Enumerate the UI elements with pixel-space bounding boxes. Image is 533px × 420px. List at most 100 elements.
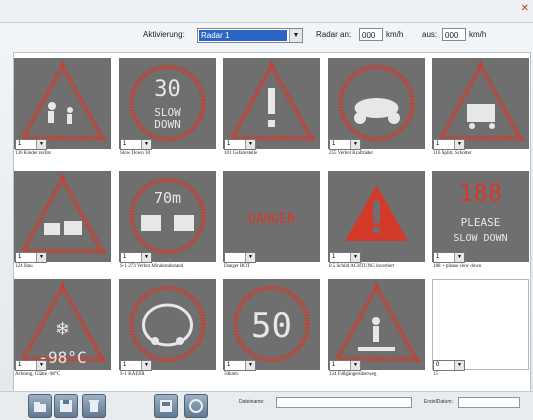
sign-tile[interactable]: 1 ▼ 134 Fußgängerüberweg bbox=[328, 279, 425, 379]
sign-tile[interactable]: 1 ▼ 116 Splitt, Schotter bbox=[432, 58, 529, 158]
sign-tile[interactable]: 1 ▼ 101 Gefahrstelle bbox=[223, 58, 320, 158]
sign-counter-spinner[interactable]: 1 ▼ bbox=[224, 360, 256, 371]
children-crossing-sign-icon[interactable] bbox=[14, 58, 111, 149]
minimum-distance-sign-icon[interactable]: 70m bbox=[119, 171, 216, 262]
sign-counter-spinner[interactable]: 1 ▼ bbox=[224, 139, 256, 150]
chevron-down-icon[interactable]: ▼ bbox=[454, 253, 464, 262]
pedestrian-crossing-sign-icon[interactable] bbox=[328, 279, 425, 370]
sign-counter-spinner[interactable]: 1 ▼ bbox=[15, 139, 47, 150]
svg-text:188: 188 bbox=[459, 179, 502, 207]
chevron-down-icon[interactable]: ▼ bbox=[289, 29, 302, 42]
sign-counter-spinner[interactable]: 1 ▼ bbox=[433, 139, 465, 150]
chevron-down-icon[interactable]: ▼ bbox=[350, 361, 360, 370]
trash-icon[interactable] bbox=[82, 394, 106, 418]
sign-counter-spinner[interactable]: 1 ▼ bbox=[433, 252, 465, 263]
danger-text-sign-icon[interactable]: DANGER bbox=[223, 171, 320, 262]
radar-off-speed-input[interactable]: 000 bbox=[442, 28, 466, 41]
sign-tile[interactable]: 0 ▼ 15 bbox=[432, 279, 529, 379]
speed-50-sign-icon[interactable]: 50 bbox=[223, 279, 320, 370]
chevron-down-icon[interactable]: ▼ bbox=[350, 140, 360, 149]
sign-tile[interactable]: 1 ▼ 124 Stau bbox=[14, 171, 111, 271]
sign-counter-spinner[interactable]: 1 ▼ bbox=[329, 139, 361, 150]
car-warning-sign-icon[interactable] bbox=[119, 279, 216, 370]
sign-counter-value: 1 bbox=[436, 141, 440, 147]
sign-preview bbox=[129, 285, 206, 363]
sign-preview bbox=[227, 60, 316, 141]
chevron-down-icon[interactable]: ▼ bbox=[141, 140, 151, 149]
sign-preview bbox=[18, 60, 107, 141]
svg-text:50: 50 bbox=[251, 306, 292, 346]
sign-counter-spinner[interactable]: 1 ▼ bbox=[329, 360, 361, 371]
danger-exclamation-sign-icon[interactable] bbox=[223, 58, 320, 149]
sign-counter-spinner[interactable]: 1 ▼ bbox=[15, 252, 47, 263]
sign-tile[interactable]: 1 ▼ 0.5 Schild ACHTUNG invertiert bbox=[328, 171, 425, 271]
sign-counter-value: 1 bbox=[18, 362, 22, 368]
activation-dropdown[interactable]: Radar 1 ▼ bbox=[197, 28, 303, 43]
sign-editor-window: ✕ Aktivierung: Radar 1 ▼ Radar an: 000 k… bbox=[0, 0, 533, 420]
sign-caption: 15 bbox=[433, 372, 438, 377]
radar-on-speed-input[interactable]: 000 bbox=[359, 28, 383, 41]
empty-slot[interactable] bbox=[432, 279, 529, 370]
radar-refresh-icon[interactable] bbox=[184, 394, 208, 418]
sign-counter-value: 1 bbox=[227, 362, 231, 368]
chevron-down-icon[interactable]: ▼ bbox=[350, 253, 360, 262]
sign-settings-icon[interactable] bbox=[154, 394, 178, 418]
please-slow-down-sign-icon[interactable]: 188 PLEASE SLOW DOWN bbox=[432, 171, 529, 262]
sign-counter-spinner[interactable]: 1 ▼ bbox=[120, 139, 152, 150]
sign-tile[interactable]: DANGER ▼ Danger ROT bbox=[223, 171, 320, 271]
svg-text:30: 30 bbox=[154, 77, 181, 102]
sign-caption: Slow Down 30 bbox=[120, 151, 151, 156]
sign-tile[interactable]: 70m 1 ▼ S-1 273 Verbot Mindestabstand bbox=[119, 171, 216, 271]
chevron-down-icon[interactable]: ▼ bbox=[36, 361, 46, 370]
radar-off-unit: km/h bbox=[469, 30, 487, 39]
sign-counter-spinner[interactable]: 1 ▼ bbox=[329, 252, 361, 263]
close-icon[interactable]: ✕ bbox=[521, 3, 529, 14]
chevron-down-icon[interactable]: ▼ bbox=[36, 140, 46, 149]
sign-counter-spinner[interactable]: ▼ bbox=[224, 252, 256, 263]
chevron-down-icon[interactable]: ▼ bbox=[36, 253, 46, 262]
filename-label: Dateiname: bbox=[239, 399, 265, 405]
created-date-field[interactable] bbox=[458, 397, 520, 408]
svg-text:DANGER: DANGER bbox=[248, 212, 295, 227]
sign-counter-spinner[interactable]: 1 ▼ bbox=[120, 360, 152, 371]
svg-text:DOWN: DOWN bbox=[154, 118, 181, 131]
sign-preview: 30SLOWDOWN bbox=[129, 64, 206, 142]
chevron-down-icon[interactable]: ▼ bbox=[245, 361, 255, 370]
folder-icon[interactable] bbox=[28, 394, 52, 418]
chevron-down-icon[interactable]: ▼ bbox=[245, 253, 255, 262]
chevron-down-icon[interactable]: ▼ bbox=[141, 361, 151, 370]
activation-selected-value: Radar 1 bbox=[199, 30, 287, 41]
svg-text:PLEASE: PLEASE bbox=[461, 216, 501, 229]
chevron-down-icon[interactable]: ▼ bbox=[454, 361, 464, 370]
save-icon[interactable] bbox=[54, 394, 78, 418]
slow-down-30-sign-icon[interactable]: 30 SLOW DOWN bbox=[119, 58, 216, 149]
chevron-down-icon[interactable]: ▼ bbox=[141, 253, 151, 262]
sign-caption: 50kmh bbox=[224, 372, 238, 377]
svg-text:❄: ❄ bbox=[55, 319, 70, 339]
radar-on-unit: km/h bbox=[386, 30, 404, 39]
sign-preview bbox=[433, 280, 529, 370]
sign-tile[interactable]: 1 ▼ S-1 KÄFER bbox=[119, 279, 216, 379]
sign-tile[interactable]: ❄ -98°C 1 ▼ Achtung, Glätte -98°C bbox=[14, 279, 111, 379]
traffic-jam-sign-icon[interactable] bbox=[14, 171, 111, 262]
filename-field[interactable] bbox=[276, 397, 412, 408]
chevron-down-icon[interactable]: ▼ bbox=[454, 140, 464, 149]
sign-tile[interactable]: 1 ▼ 255 Verbot Krafträder bbox=[328, 58, 425, 158]
chevron-down-icon[interactable]: ▼ bbox=[245, 140, 255, 149]
frost-warning-sign-icon[interactable]: ❄ -98°C bbox=[14, 279, 111, 370]
sign-counter-spinner[interactable]: 1 ▼ bbox=[15, 360, 47, 371]
sign-tile[interactable]: 30 SLOW DOWN 1 ▼ Slow Down 30 bbox=[119, 58, 216, 158]
radar-settings-row: Aktivierung: Radar 1 ▼ Radar an: 000 km/… bbox=[0, 28, 533, 44]
sign-counter-spinner[interactable]: 0 ▼ bbox=[433, 360, 465, 371]
attention-inverted-sign-icon[interactable] bbox=[328, 171, 425, 262]
no-motorcycles-sign-icon[interactable] bbox=[328, 58, 425, 149]
svg-text:SLOW DOWN: SLOW DOWN bbox=[453, 233, 507, 244]
road-works-sign-icon[interactable] bbox=[432, 58, 529, 149]
sign-tile[interactable]: 50 1 ▼ 50kmh bbox=[223, 279, 320, 379]
sign-preview: 50 bbox=[233, 285, 310, 363]
sign-tile[interactable]: 1 ▼ 136 Kinder rechts bbox=[14, 58, 111, 158]
sign-tile[interactable]: 188 PLEASE SLOW DOWN 1 ▼ 188 + please slow… bbox=[432, 171, 529, 271]
sign-counter-spinner[interactable]: 1 ▼ bbox=[120, 252, 152, 263]
bottom-toolbar: Dateiname: ErstelDatum: bbox=[0, 391, 533, 420]
sign-counter-value: 0 bbox=[436, 362, 440, 368]
